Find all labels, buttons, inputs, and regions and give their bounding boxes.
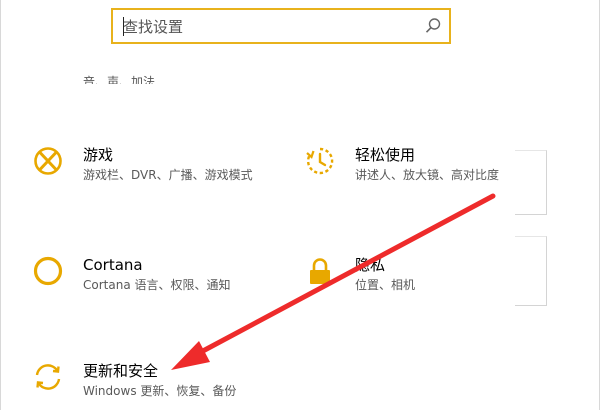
tile-title: 游戏 <box>83 146 114 164</box>
tile-hover-frame <box>515 150 547 215</box>
tile-desc: 位置、相机 <box>355 278 416 292</box>
tile-gaming[interactable]: 游戏 游戏栏、DVR、广播、游戏模式 <box>33 146 273 194</box>
search-box[interactable] <box>111 8 451 44</box>
xbox-icon <box>34 147 62 175</box>
cortana-icon <box>33 256 63 286</box>
clipped-desc-text: 音、声、加法 <box>83 75 156 84</box>
search-input[interactable] <box>123 16 413 38</box>
tile-desc: Cortana 语言、权限、通知 <box>83 278 231 292</box>
tile-title: 隐私 <box>355 256 386 274</box>
sync-icon <box>35 364 61 390</box>
tile-title: 更新和安全 <box>83 362 159 380</box>
tile-desc: 游戏栏、DVR、广播、游戏模式 <box>83 168 253 182</box>
tile-desc: 讲述人、放大镜、高对比度 <box>355 168 500 182</box>
tile-title: 轻松使用 <box>355 146 416 164</box>
tile-hover-frame <box>515 236 547 306</box>
tile-desc: Windows 更新、恢复、备份 <box>83 384 237 398</box>
tile-privacy[interactable]: 隐私 位置、相机 <box>305 256 525 304</box>
ease-of-access-icon <box>306 147 334 175</box>
tile-title: Cortana <box>83 256 143 274</box>
annotation-arrow <box>171 193 496 370</box>
tile-ease-of-access[interactable]: 轻松使用 讲述人、放大镜、高对比度 <box>305 146 525 194</box>
search-icon[interactable] <box>423 16 443 36</box>
lock-icon <box>310 258 330 284</box>
clipped-category-desc: 音、声、加法 <box>83 72 203 84</box>
tile-update-security[interactable]: 更新和安全 Windows 更新、恢复、备份 <box>33 362 273 410</box>
tile-cortana[interactable]: Cortana Cortana 语言、权限、通知 <box>33 256 273 304</box>
